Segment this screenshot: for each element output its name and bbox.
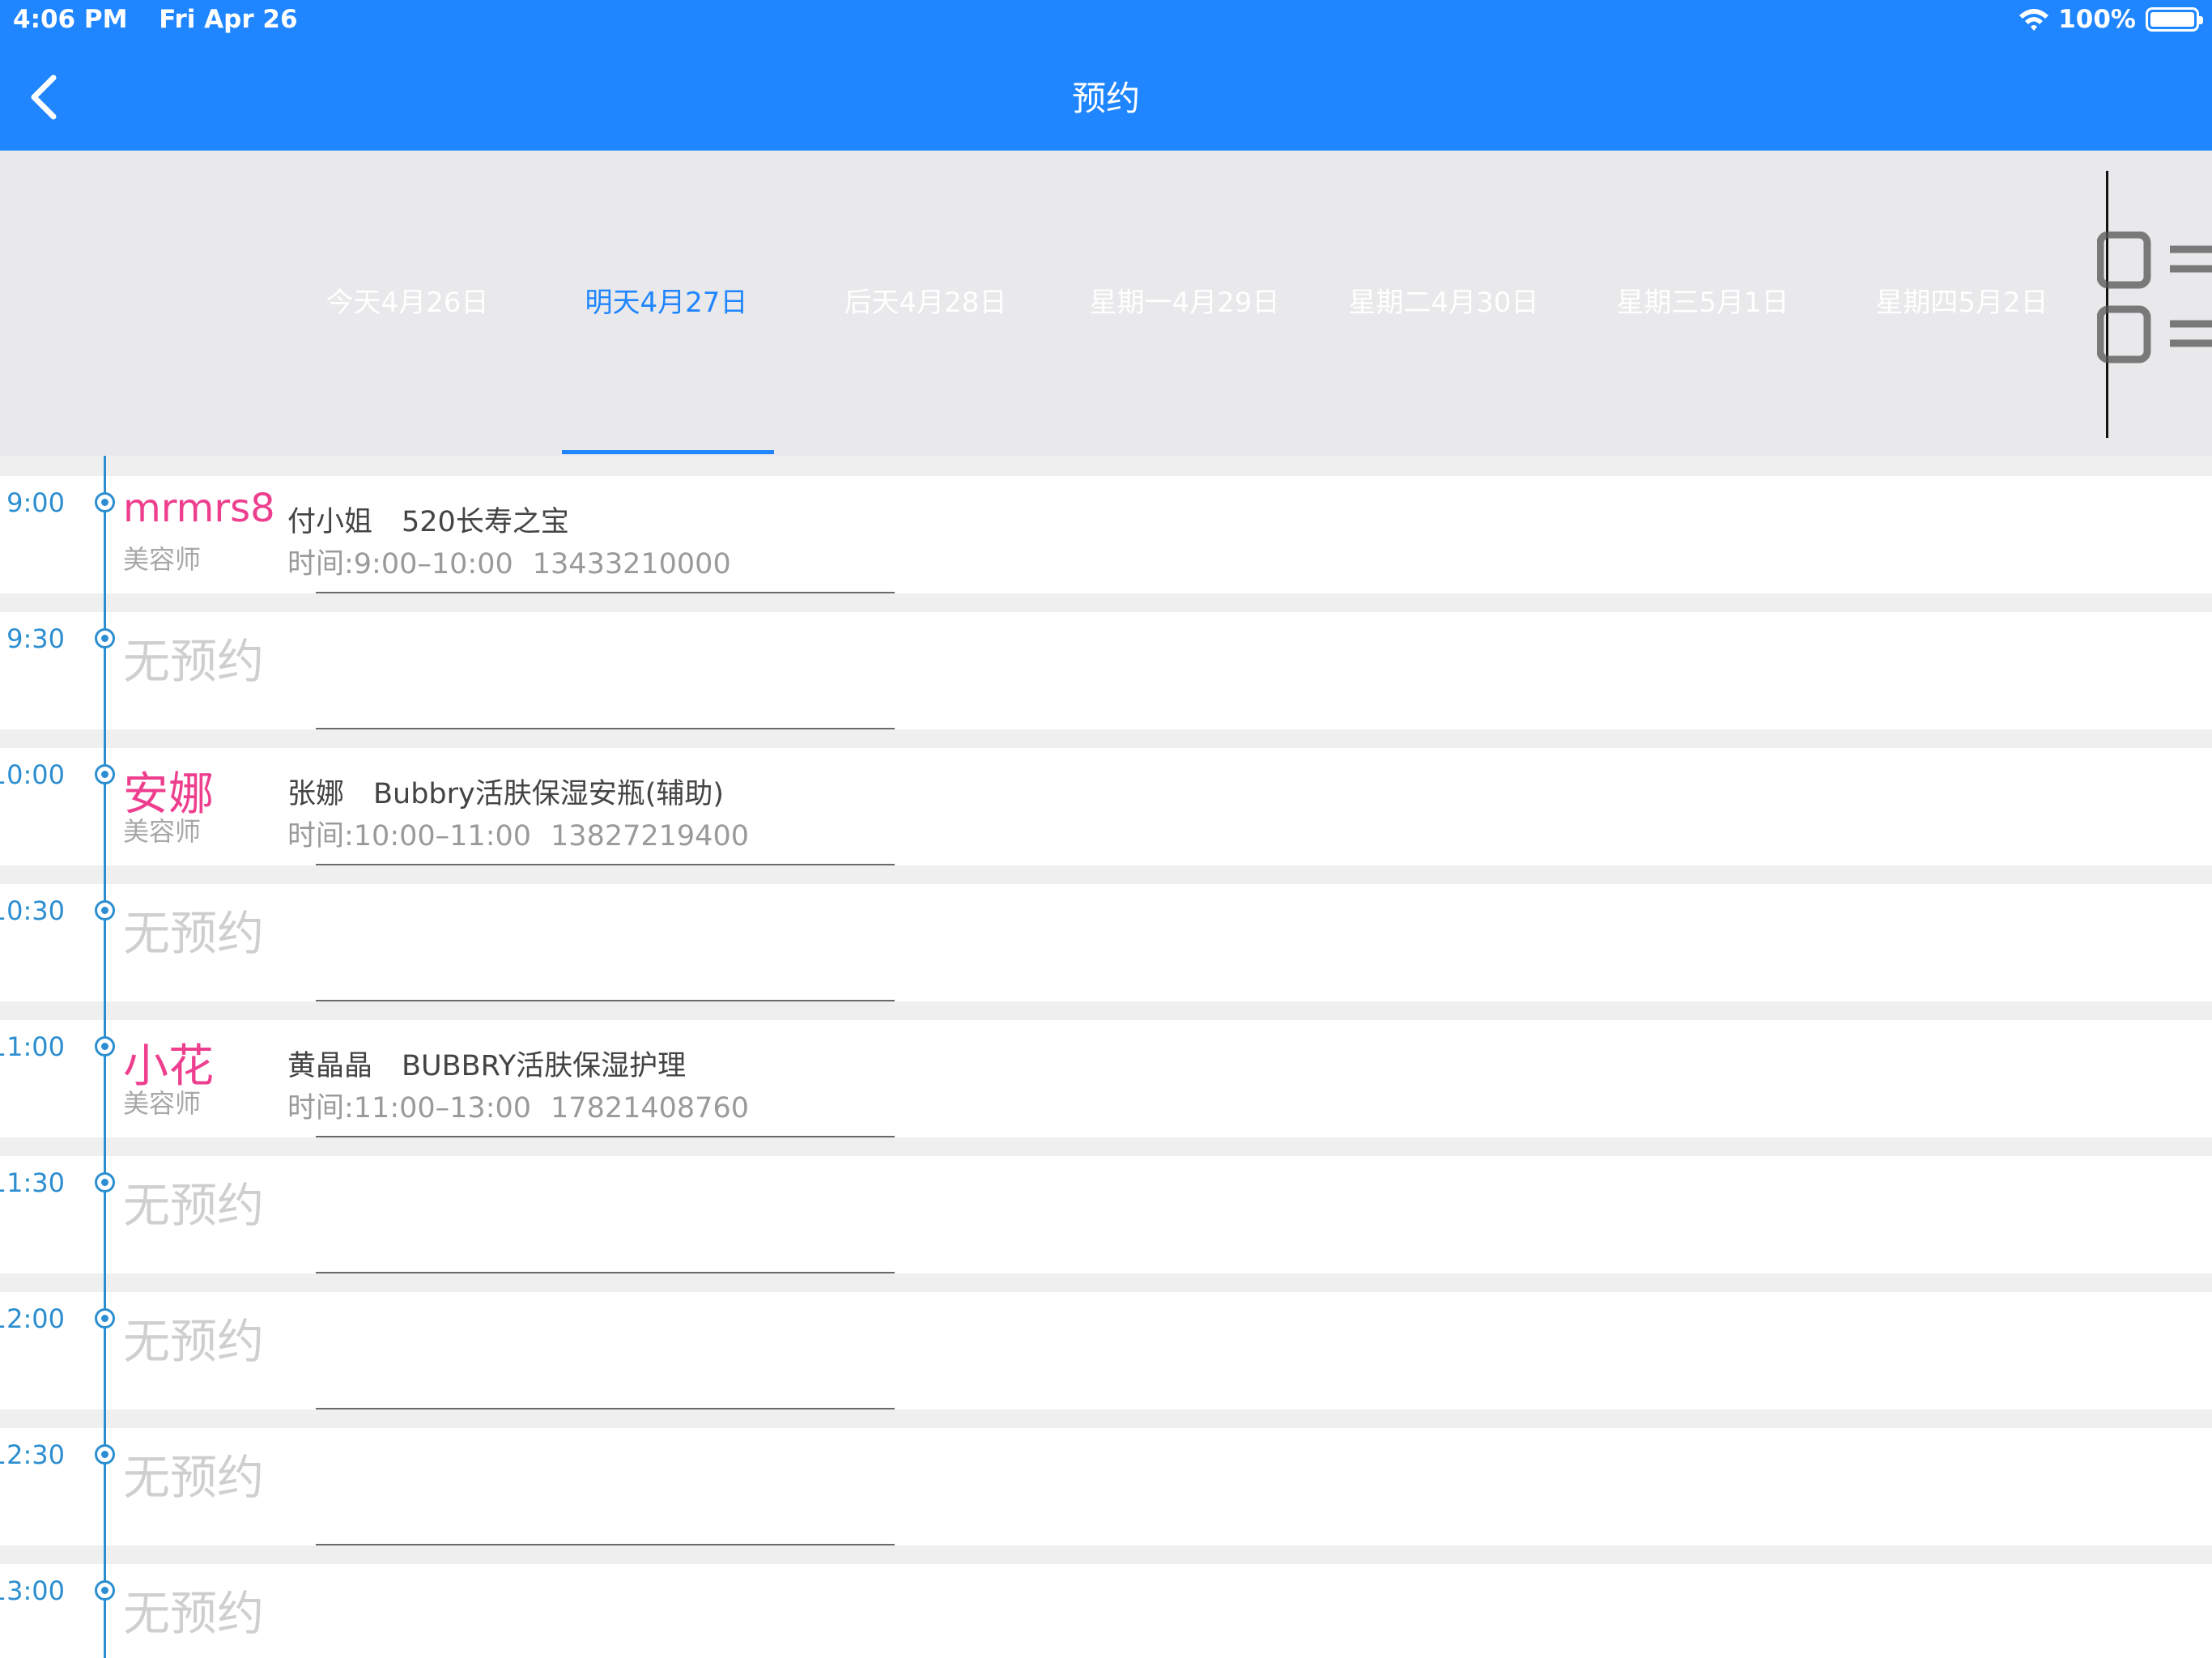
empty-slot-text: 无预约 — [123, 1314, 265, 1369]
empty-slot-row[interactable]: 12:00 无预约 — [0, 1292, 2212, 1409]
divider — [316, 1272, 895, 1273]
battery-percent: 100% — [2058, 5, 2136, 34]
status-time: 4:06 PM — [13, 5, 128, 34]
active-tab-indicator — [562, 450, 774, 454]
client-name: 黄晶晶 — [287, 1050, 373, 1082]
divider — [316, 592, 895, 593]
tab-day-7[interactable]: 星期四5月2日 — [1832, 280, 2091, 320]
schedule-list[interactable]: 9:00 mrmrs8 美容师 付小姐 520长寿之宝 时间:9:00–10:00… — [0, 456, 2212, 1658]
divider — [316, 1000, 895, 1001]
page-title: 预约 — [1071, 79, 1140, 118]
timeline-dot-icon — [95, 1172, 115, 1192]
tab-day-3[interactable]: 后天4月28日 — [796, 280, 1055, 320]
appointment-detail: 时间:11:00–13:00 17821408760 — [287, 1085, 749, 1126]
status-date: Fri Apr 26 — [159, 5, 298, 34]
date-tab-bar: 今天4月26日 明天4月27日 后天4月28日 星期一4月29日 星期二4月30… — [0, 151, 2212, 457]
tab-day-5[interactable]: 星期二4月30日 — [1314, 280, 1573, 320]
empty-slot-text: 无预约 — [123, 1450, 265, 1505]
time-label: 13:00 — [0, 1575, 65, 1606]
service-name: 520长寿之宝 — [402, 506, 569, 538]
time-label: 10:30 — [0, 895, 65, 926]
tab-day-4[interactable]: 星期一4月29日 — [1055, 280, 1314, 320]
timeline-dot-icon — [95, 1580, 115, 1601]
divider — [316, 1544, 895, 1545]
divider — [316, 864, 895, 865]
appointment-period: 时间:10:00–11:00 — [287, 820, 532, 852]
staff-role: 美容师 — [123, 1088, 202, 1119]
empty-slot-text: 无预约 — [123, 1178, 265, 1233]
divider — [316, 1136, 895, 1137]
empty-slot-row[interactable]: 10:30 无预约 — [0, 884, 2212, 1001]
service-name: BUBBRY活肤保湿护理 — [402, 1050, 687, 1082]
time-label: 12:30 — [0, 1439, 65, 1470]
time-label: 10:00 — [0, 759, 65, 790]
client-name: 付小姐 — [287, 506, 373, 538]
client-name: 张娜 — [287, 778, 345, 810]
time-label: 9:30 — [6, 623, 65, 654]
time-label: 11:30 — [0, 1167, 65, 1198]
tab-day-2[interactable]: 明天4月27日 — [537, 280, 796, 320]
tab-day-1[interactable]: 今天4月26日 — [278, 280, 537, 320]
list-menu-icon[interactable] — [2097, 232, 2212, 369]
timeline-dot-icon — [95, 1444, 115, 1465]
status-bar-right: 100% — [2018, 5, 2203, 34]
staff-role: 美容师 — [123, 816, 202, 847]
divider — [316, 728, 895, 729]
client-phone: 17821408760 — [551, 1092, 749, 1124]
time-label: 12:00 — [0, 1303, 65, 1334]
timeline-dot-icon — [95, 764, 115, 784]
battery-icon — [2146, 7, 2203, 32]
appointment-client: 张娜 Bubbry活肤保湿安瓶(辅助) — [287, 771, 724, 812]
appointment-period: 时间:11:00–13:00 — [287, 1092, 532, 1124]
timeline-dot-icon — [95, 1308, 115, 1329]
empty-slot-row[interactable]: 11:30 无预约 — [0, 1156, 2212, 1273]
appointment-row[interactable]: 11:00 小花 美容师 黄晶晶BUBBRY活肤保湿护理 时间:11:00–13… — [0, 1020, 2212, 1137]
timeline-dot-icon — [95, 492, 115, 512]
staff-role: 美容师 — [123, 544, 202, 575]
appointment-period: 时间:9:00–10:00 — [287, 548, 513, 580]
empty-slot-text: 无预约 — [123, 906, 265, 961]
time-label: 9:00 — [6, 487, 65, 518]
staff-name: mrmrs8 — [123, 486, 275, 531]
empty-slot-text: 无预约 — [123, 1586, 265, 1641]
wifi-icon — [2019, 9, 2049, 31]
client-phone: 13827219400 — [551, 820, 749, 852]
appointment-detail: 时间:10:00–11:00 13827219400 — [287, 813, 749, 854]
time-label: 11:00 — [0, 1031, 65, 1062]
appointment-detail: 时间:9:00–10:00 13433210000 — [287, 541, 731, 582]
timeline-dot-icon — [95, 1036, 115, 1056]
service-name: Bubbry活肤保湿安瓶(辅助) — [373, 778, 725, 810]
tab-day-6[interactable]: 星期三5月1日 — [1573, 280, 1832, 320]
empty-slot-text: 无预约 — [123, 634, 265, 689]
empty-slot-row[interactable]: 9:30 无预约 — [0, 612, 2212, 729]
divider — [316, 1408, 895, 1409]
empty-slot-row[interactable]: 13:00 无预约 — [0, 1564, 2212, 1658]
empty-slot-row[interactable]: 12:30 无预约 — [0, 1428, 2212, 1545]
appointment-client: 付小姐 520长寿之宝 — [287, 499, 569, 540]
timeline-dot-icon — [95, 628, 115, 648]
client-phone: 13433210000 — [532, 548, 731, 580]
status-bar-left: 4:06 PM Fri Apr 26 — [13, 5, 298, 34]
timeline-dot-icon — [95, 900, 115, 920]
header: 4:06 PM Fri Apr 26 100% 预约 — [0, 0, 2212, 151]
appointment-row[interactable]: 9:00 mrmrs8 美容师 付小姐 520长寿之宝 时间:9:00–10:00… — [0, 476, 2212, 593]
appointment-row[interactable]: 10:00 安娜 美容师 张娜Bubbry活肤保湿安瓶(辅助) 时间:10:00… — [0, 748, 2212, 865]
appointment-client: 黄晶晶 BUBBRY活肤保湿护理 — [287, 1043, 686, 1084]
